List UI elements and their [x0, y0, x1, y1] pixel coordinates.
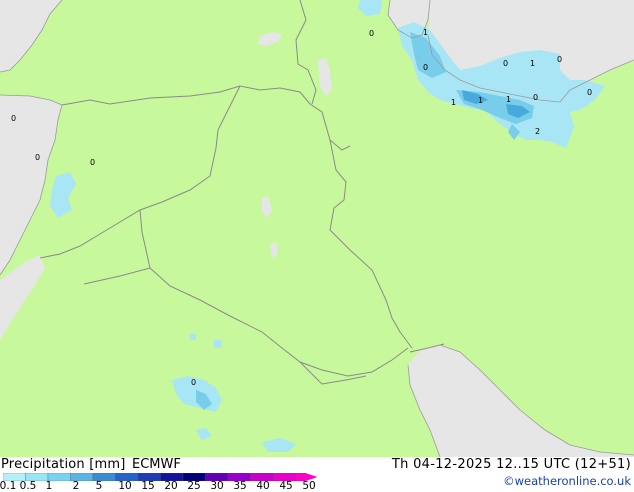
map-value-label: 1 [478, 96, 483, 105]
map-value-label: 1 [530, 59, 535, 68]
map-value-label: 0 [191, 378, 196, 387]
map-value-label: 0 [35, 153, 40, 162]
map-value-label: 0 [369, 29, 374, 38]
map-value-label: 0 [557, 55, 562, 64]
legend-tick-label: 25 [187, 480, 201, 492]
credit-link[interactable]: ©weatheronline.co.uk [503, 474, 631, 488]
map-value-label: 0 [90, 158, 95, 167]
legend-tick-label: 40 [256, 480, 270, 492]
precipitation-map: 0 1 0 0 1 0 1 1 1 0 0 2 0 0 0 0 [0, 0, 634, 457]
precipitation-area [190, 334, 196, 340]
map-value-label: 0 [503, 59, 508, 68]
map-value-label: 1 [506, 95, 511, 104]
map-title: Precipitation [mm] [1, 457, 126, 472]
map-value-label: 0 [11, 114, 16, 123]
legend-tick-label: 15 [141, 480, 155, 492]
map-value-label: 0 [423, 63, 428, 72]
map-value-label: 0 [587, 88, 592, 97]
model-name: ECMWF [132, 457, 181, 472]
valid-time: Th 04-12-2025 12..15 UTC (12+51) [391, 457, 631, 472]
legend-tick-label: 0.1 [0, 480, 17, 492]
legend-tick-label: 35 [233, 480, 247, 492]
legend-bar: Precipitation [mm] ECMWF Th 04-12-2025 1… [0, 457, 634, 492]
legend-tick-label: 0.5 [19, 480, 37, 492]
legend-tick-label: 1 [45, 480, 53, 492]
map-value-label: 1 [423, 28, 428, 37]
legend-tick-label: 30 [210, 480, 224, 492]
map-value-label: 0 [533, 93, 538, 102]
legend-tick-label: 45 [279, 480, 293, 492]
legend-tick-label: 5 [95, 480, 103, 492]
precipitation-area [214, 340, 222, 348]
legend-tick-label: 20 [164, 480, 178, 492]
legend-tick-label: 10 [118, 480, 132, 492]
legend-tick-label: 50 [302, 480, 316, 492]
map-value-label: 1 [451, 98, 456, 107]
legend-tick-label: 2 [72, 480, 80, 492]
map-value-label: 2 [535, 127, 540, 136]
